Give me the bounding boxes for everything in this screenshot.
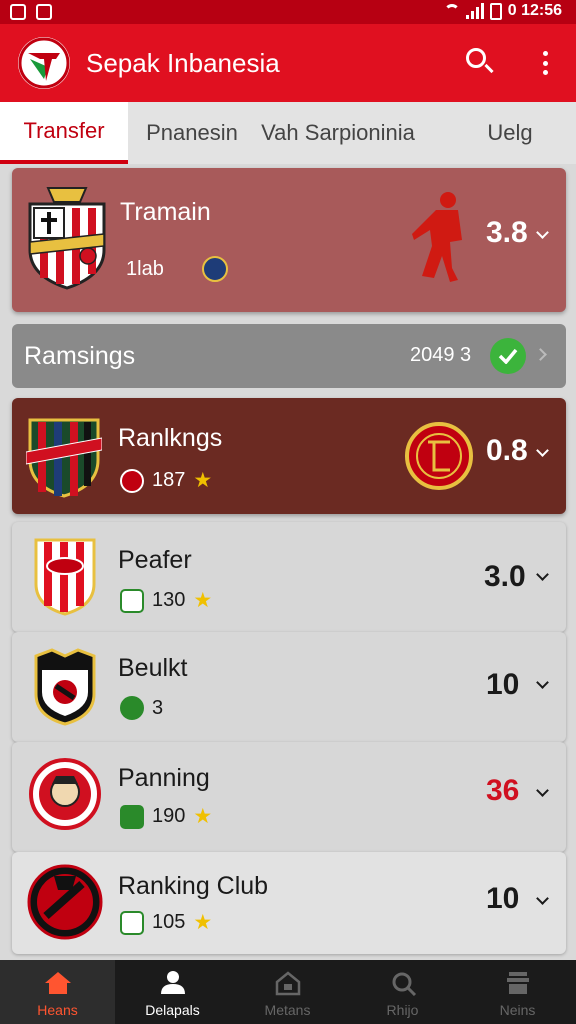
club-name: Beulkt	[118, 654, 188, 682]
app-logo[interactable]	[18, 37, 70, 89]
chevron-down-icon[interactable]	[536, 226, 549, 239]
featured-club-card[interactable]: Tramain 1lab 3.8	[12, 168, 566, 312]
chevron-down-icon[interactable]	[536, 568, 549, 581]
notification-icon	[36, 4, 52, 20]
tab-label: Pnanesin	[146, 120, 238, 145]
club-name: Tramain	[120, 198, 211, 226]
club-row[interactable]: Ranking Club 105 ★ 10	[12, 852, 566, 954]
club-row[interactable]: Peafer 130 ★ 3.0	[12, 522, 566, 632]
notification-icon	[10, 4, 26, 20]
chevron-down-icon[interactable]	[536, 784, 549, 797]
section-header[interactable]: Ramsings 2049 3	[12, 324, 566, 388]
club-meta: 1lab	[126, 256, 228, 282]
section-title: Ramsings	[24, 342, 136, 370]
club-mini-icon	[120, 588, 144, 613]
status-time: 0 12:56	[507, 2, 562, 19]
nav-item-delapals[interactable]: Delapals	[115, 960, 230, 1024]
club-value: 3.8	[486, 216, 528, 249]
club-value: 36	[486, 774, 520, 807]
club-meta: 105 ★	[120, 910, 212, 935]
nav-item-metans[interactable]: Metans	[230, 960, 345, 1024]
club-meta: 190 ★	[120, 804, 212, 829]
club-crest-icon	[29, 758, 101, 830]
club-crest-icon	[34, 538, 96, 616]
club-name: Peafer	[118, 546, 192, 574]
search-button[interactable]	[462, 44, 498, 80]
club-crest-icon	[27, 864, 103, 940]
club-meta-text: 1lab	[126, 257, 164, 280]
club-value: 0.8	[486, 434, 528, 467]
club-row[interactable]: Panning 190 ★ 36	[12, 742, 566, 852]
signal-icon	[465, 3, 484, 19]
club-meta: 187 ★	[120, 468, 212, 493]
app-title: Sepak Inbanesia	[86, 48, 280, 78]
club-meta-text: 187	[152, 469, 186, 491]
star-icon: ★	[193, 589, 213, 612]
club-crest-icon	[26, 418, 102, 498]
app-bar: Sepak Inbanesia	[0, 24, 576, 102]
tab-vah-sarpioninia[interactable]: Vah Sarpioninia	[250, 102, 426, 164]
nav-item-rhijo[interactable]: Rhijo	[345, 960, 460, 1024]
nav-item-heans[interactable]: Heans	[0, 960, 115, 1024]
club-name: Panning	[118, 764, 210, 792]
tab-transfer[interactable]: Transfer	[0, 102, 128, 164]
nav-label: Metans	[264, 1002, 311, 1018]
home-icon	[44, 972, 71, 994]
league-badge-icon	[201, 256, 228, 282]
star-icon: ★	[193, 469, 213, 492]
club-name: Ranlkngs	[118, 424, 223, 452]
club-value: 10	[486, 882, 520, 915]
club-meta: 130 ★	[120, 588, 212, 613]
club-mini-icon	[120, 696, 144, 720]
chevron-right-icon	[534, 348, 547, 361]
chevron-down-icon[interactable]	[536, 892, 549, 905]
news-icon	[506, 972, 529, 994]
league-emblem-icon	[405, 422, 473, 490]
check-icon	[490, 338, 526, 374]
nav-label: Heans	[37, 1002, 78, 1018]
club-value: 10	[486, 668, 520, 701]
club-mini-icon	[120, 468, 144, 493]
club-value: 3.0	[484, 560, 526, 593]
nav-label: Delapals	[145, 1002, 200, 1018]
club-mini-icon	[120, 804, 144, 829]
bottom-navigation: Heans Delapals Metans Rhijo Neins	[0, 960, 576, 1024]
status-bar: 0 12:56	[0, 0, 576, 24]
more-options-button[interactable]	[530, 46, 560, 80]
club-crest-icon	[28, 187, 106, 290]
club-row[interactable]: Beulkt 3 10	[12, 632, 566, 742]
club-crest-icon	[34, 648, 96, 726]
club-meta: 3	[120, 696, 163, 720]
tab-label: Vah Sarpioninia	[261, 120, 415, 145]
house-outline-icon	[275, 971, 300, 996]
club-meta-text: 3	[152, 696, 164, 719]
search-icon	[466, 48, 486, 68]
nav-label: Neins	[499, 1002, 536, 1018]
club-meta-text: 130	[152, 589, 186, 611]
club-mini-icon	[120, 910, 144, 935]
star-icon: ★	[193, 911, 213, 934]
tab-label: Transfer	[23, 118, 105, 143]
settings-icon	[392, 972, 416, 996]
club-meta-text: 190	[152, 805, 186, 827]
person-icon	[160, 971, 185, 994]
wifi-icon	[443, 4, 460, 18]
club-meta-text: 105	[152, 911, 186, 933]
tab-uelg[interactable]: Uelg	[460, 102, 560, 164]
player-icon	[412, 192, 462, 282]
chevron-down-icon[interactable]	[536, 676, 549, 689]
star-icon: ★	[193, 805, 213, 828]
nav-item-neins[interactable]: Neins	[460, 960, 575, 1024]
section-date: 2049 3	[410, 344, 472, 366]
club-row[interactable]: Ranlkngs 187 ★ 0.8	[12, 398, 566, 514]
chevron-down-icon[interactable]	[536, 444, 549, 457]
tab-bar: Transfer Pnanesin Vah Sarpioninia Uelg	[0, 102, 576, 164]
tab-pnanesin[interactable]: Pnanesin	[136, 102, 248, 164]
club-name: Ranking Club	[118, 872, 269, 900]
tab-label: Uelg	[487, 120, 533, 145]
battery-icon	[489, 2, 502, 20]
nav-label: Rhijo	[386, 1002, 419, 1018]
